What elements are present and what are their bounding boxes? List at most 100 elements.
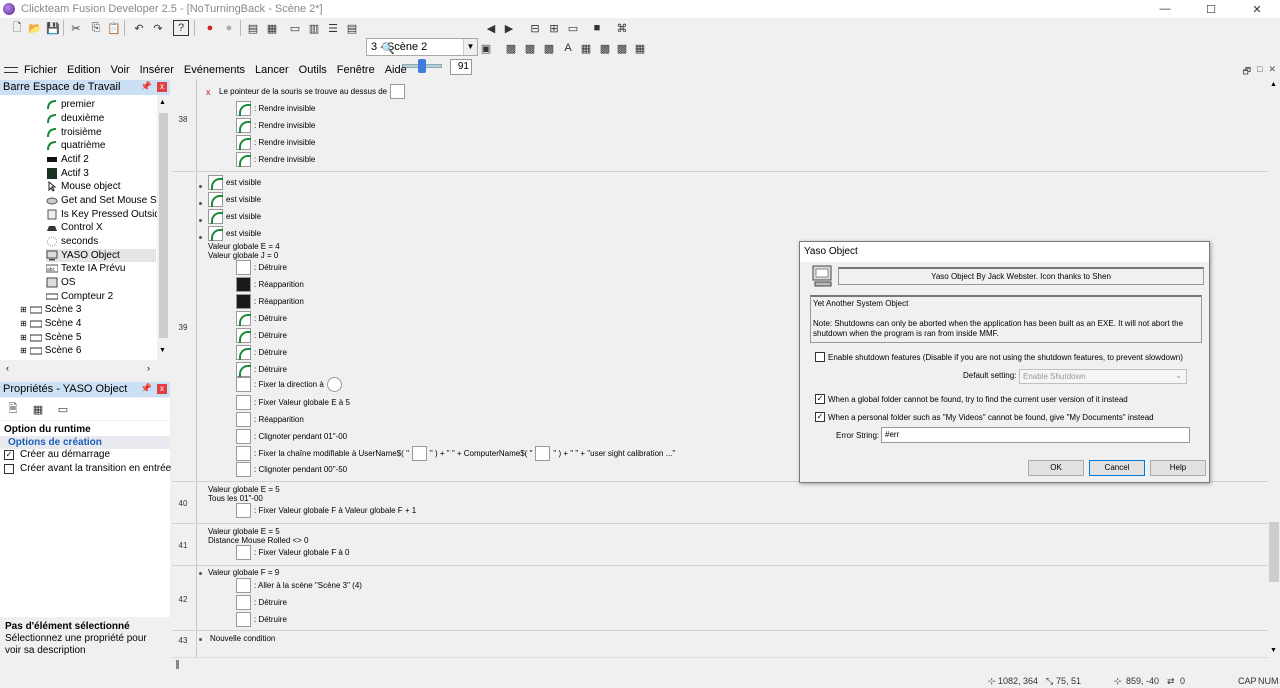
editor-horizontal-scrollbar[interactable] [172,657,1268,671]
filter-sound-icon[interactable]: ▩ [522,40,538,56]
close-button[interactable]: ✕ [1234,0,1280,18]
event-action[interactable]: : Clignoter pendant 00"-50 [236,462,347,477]
insert-group-icon[interactable]: ▭ [565,20,581,36]
tree-item[interactable]: troisième [46,126,102,139]
tree-item[interactable]: Actif 3 [46,167,89,180]
cut-icon[interactable]: ✂ [68,20,84,36]
scroll-right-icon[interactable]: › [147,363,150,373]
stop-icon[interactable]: ● [221,20,237,36]
menu-fichier[interactable]: Fichier [24,64,57,76]
data-elements-icon[interactable]: ▤ [344,20,360,36]
ok-button[interactable]: OK [1028,460,1084,476]
tree-item[interactable]: Mouse object [46,180,120,193]
tree-item[interactable]: deuxième [46,112,104,125]
scroll-up-icon[interactable]: ▲ [1270,81,1277,88]
checkbox-checked[interactable]: ✓ [4,449,14,460]
save-icon[interactable]: 💾 [45,20,61,36]
storyboard-icon[interactable]: ▤ [245,20,261,36]
event-condition[interactable]: Valeur globale E = 4 [208,242,280,251]
redo-icon[interactable]: ↷ [150,20,166,36]
copy-icon[interactable]: ⎘ [88,20,104,36]
event-action[interactable]: : Réapparition [236,277,304,292]
filter-text-icon[interactable]: A [560,40,576,56]
help-button[interactable]: Help [1150,460,1206,476]
close-icon[interactable]: x [157,384,167,394]
tree-item[interactable]: Compteur 2 [46,290,113,303]
expand-icon[interactable]: ⊞ [20,319,27,328]
event-action[interactable]: : Fixer la chaîne modifiable à UserName$… [236,446,675,461]
new-condition[interactable]: Nouvelle condition [210,634,275,643]
frame-icon[interactable]: ▭ [287,20,303,36]
view-toggle-icon[interactable]: ▣ [478,40,494,56]
cancel-button[interactable]: Cancel [1089,460,1145,476]
zoom-icon[interactable]: 🔍 [380,40,396,56]
scroll-left-icon[interactable]: ‹ [6,363,9,373]
display-tab-icon[interactable]: ▭ [55,401,71,417]
menu-outils[interactable]: Outils [299,64,327,76]
event-condition[interactable]: Valeur globale E = 5 [208,485,280,494]
pin-icon[interactable]: 📌 [141,81,152,92]
open-icon[interactable]: 📂 [27,20,43,36]
pin-icon[interactable]: 📌 [141,383,152,394]
option-create-start[interactable]: ✓ Créer au démarrage [4,448,110,461]
menu-evenements[interactable]: Evénements [184,64,245,76]
expand-icon[interactable]: ⊞ [20,346,27,355]
enable-shutdown-checkbox[interactable]: Enable shutdown features (Disable if you… [815,352,1183,362]
tree-item[interactable]: Control X [46,221,103,234]
filter-position-icon[interactable]: ▩ [541,40,557,56]
event-action[interactable]: : Rendre invisible [236,135,315,150]
paste-icon[interactable]: 📋 [106,20,122,36]
workspace-horizontal-scrollbar[interactable]: ‹ › [0,361,170,375]
personal-folder-checkbox[interactable]: ✓ When a personal folder such as "My Vide… [815,412,1154,422]
event-action[interactable]: : Fixer la direction à [236,377,345,392]
option-create-before[interactable]: Créer avant la transition en entrée [4,462,171,475]
event-action[interactable]: : Détruire [236,311,287,326]
tree-item[interactable]: ⊞ Scène 6 [20,344,81,357]
menu-lancer[interactable]: Lancer [255,64,289,76]
event-action[interactable]: : Fixer Valeur globale F à Valeur global… [236,503,416,518]
event-list-icon[interactable]: ☰ [325,20,341,36]
frame-editor-icon[interactable]: ▦ [264,20,280,36]
workspace-vertical-scrollbar[interactable]: ▲ ▼ [157,95,170,360]
menu-fenetre[interactable]: Fenêtre [337,64,375,76]
editor-vertical-scrollbar[interactable]: ▲ ▼ [1268,79,1280,657]
menu-edition[interactable]: Edition [67,64,101,76]
event-action[interactable]: : Détruire [236,612,287,627]
tree-item[interactable]: ⊞ Scène 5 [20,331,81,344]
checkbox-checked[interactable]: ✓ [815,412,825,422]
event-action[interactable]: : Rendre invisible [236,118,315,133]
event-condition[interactable]: Valeur globale E = 5 [208,527,280,536]
mdi-close-icon[interactable]: ✕ [1268,64,1276,80]
event-condition[interactable]: Tous les 01"-00 [208,494,263,503]
event-action[interactable]: : Détruire [236,260,287,275]
settings-tab-icon[interactable]: 🗎 [5,401,21,417]
scroll-up-icon[interactable]: ▲ [159,99,166,106]
tree-item[interactable]: premier [46,98,95,111]
event-condition[interactable]: Distance Mouse Rolled <> 0 [208,536,309,545]
event-condition[interactable]: est visible [208,192,261,207]
event-action[interactable]: : Aller à la scène "Scène 3" (4) [236,578,362,593]
checkbox-unchecked[interactable] [4,463,14,474]
checkbox-checked[interactable]: ✓ [815,394,825,404]
scroll-down-icon[interactable]: ▼ [1270,647,1277,654]
event-action[interactable]: : Réapparition [236,294,304,309]
global-folder-checkbox[interactable]: ✓ When a global folder cannot be found, t… [815,394,1128,404]
run-icon[interactable]: ● [202,20,218,36]
tree-item[interactable]: abc Texte IA Prévu [46,262,125,275]
tree-item[interactable]: OS [46,276,75,289]
event-condition[interactable]: est visible [208,175,261,190]
filter-all-icon[interactable]: ▦ [632,40,648,56]
tree-item[interactable]: seconds [46,235,98,248]
insert-comment-icon[interactable]: ⊞ [546,20,562,36]
event-editor-icon[interactable]: ▥ [306,20,322,36]
event-action[interactable]: : Rendre invisible [236,101,315,116]
tree-item[interactable]: quatrième [46,139,105,152]
minimize-button[interactable]: — [1142,0,1188,18]
tree-item[interactable]: Get and Set Mouse Spe [46,194,157,207]
expand-icon[interactable]: ⊞ [20,305,27,314]
event-condition[interactable]: Valeur globale J = 0 [208,251,278,260]
mdi-restore-icon[interactable]: □ [1257,64,1262,80]
event-action[interactable]: : Détruire [236,328,287,343]
error-string-input[interactable]: #err [881,427,1190,443]
event-action[interactable]: : Détruire [236,595,287,610]
